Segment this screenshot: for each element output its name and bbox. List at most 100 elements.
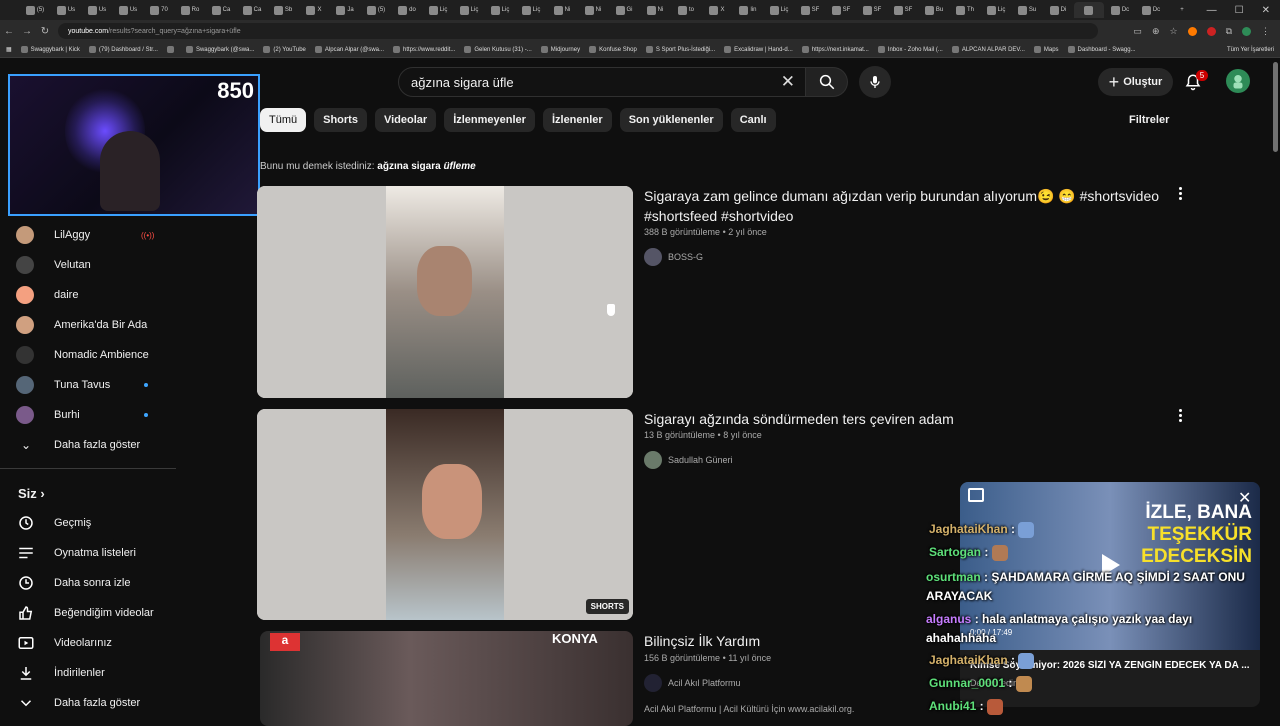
close-icon[interactable]: ✕: [1238, 488, 1251, 508]
account-avatar[interactable]: [1226, 69, 1250, 93]
did-you-mean-link[interactable]: ağzına sigara: [377, 161, 440, 172]
browser-tab[interactable]: SF: [857, 2, 887, 18]
bookmark-item[interactable]: Gelen Kutusu (31) -...: [464, 46, 532, 53]
browser-tab[interactable]: Ni: [578, 2, 608, 18]
browser-tab[interactable]: Dc: [1105, 2, 1135, 18]
browser-tab[interactable]: Us: [113, 2, 143, 18]
browser-tab[interactable]: SF: [826, 2, 856, 18]
bookmark-item[interactable]: https://www.reddit...: [393, 46, 455, 53]
extensions-puzzle-icon[interactable]: ⧉: [1226, 26, 1232, 37]
all-bookmarks-link[interactable]: Tüm Yer İşaretleri: [1227, 47, 1280, 53]
result-thumbnail[interactable]: SHORTS: [257, 409, 633, 620]
profile-avatar[interactable]: [1242, 26, 1251, 36]
url-field[interactable]: youtube.com/results?search_query=ağzına+…: [58, 23, 1098, 39]
sidebar-subscription[interactable]: Amerika'da Bir Ada: [16, 314, 147, 336]
extension-icon[interactable]: [1187, 26, 1197, 36]
browser-tab[interactable]: [1074, 2, 1104, 18]
browser-tab[interactable]: X: [299, 2, 329, 18]
bookmark-item[interactable]: Swaggybark | Kick: [20, 46, 80, 53]
browser-tab[interactable]: Liç: [764, 2, 794, 18]
sidebar-item[interactable]: Daha fazla göster: [16, 692, 140, 714]
browser-tab[interactable]: SF: [795, 2, 825, 18]
bookmark-item[interactable]: Excalidraw | Hand-d...: [724, 46, 793, 53]
cast-icon[interactable]: ▭: [1133, 26, 1142, 37]
browser-tab[interactable]: Ni: [547, 2, 577, 18]
minimize-icon[interactable]: —: [1207, 5, 1217, 16]
browser-tab[interactable]: Ro: [175, 2, 205, 18]
browser-tab[interactable]: Us: [51, 2, 81, 18]
bookmark-item[interactable]: Konfuse Shop: [589, 46, 637, 53]
browser-tab[interactable]: Th: [950, 2, 980, 18]
apps-icon[interactable]: ▦: [6, 46, 12, 53]
browser-tab[interactable]: Di: [1043, 2, 1073, 18]
bookmark-item[interactable]: [166, 46, 177, 53]
browser-tab[interactable]: (5): [20, 2, 50, 18]
sidebar-item[interactable]: Geçmiş: [16, 512, 91, 534]
result-thumbnail[interactable]: [257, 186, 633, 398]
sidebar-item[interactable]: Oynatma listeleri: [16, 542, 136, 564]
browser-tab[interactable]: Bu: [919, 2, 949, 18]
sidebar-subscription[interactable]: Tuna Tavus: [16, 374, 148, 396]
browser-tab[interactable]: Us: [82, 2, 112, 18]
browser-tab[interactable]: do: [392, 2, 422, 18]
forward-icon[interactable]: →: [18, 26, 36, 37]
close-window-icon[interactable]: ✕: [1262, 5, 1270, 16]
sidebar-subscription[interactable]: Burhi: [16, 404, 148, 426]
sidebar-item[interactable]: Daha sonra izle: [16, 572, 130, 594]
result-channel[interactable]: Acil Akıl Platformu: [644, 674, 741, 692]
more-actions-icon[interactable]: [1176, 187, 1184, 200]
sidebar-subscription[interactable]: LilAggy ((•)): [16, 224, 154, 246]
browser-tab[interactable]: Dc: [1136, 2, 1166, 18]
browser-tab[interactable]: Ja: [330, 2, 360, 18]
channel-name[interactable]: Sadullah Güneri: [668, 455, 733, 465]
filter-chip[interactable]: Shorts: [314, 108, 367, 132]
browser-tab[interactable]: Ca: [206, 2, 236, 18]
filter-chip[interactable]: Tümü: [260, 108, 307, 132]
bookmark-item[interactable]: (79) Dashboard / Str...: [88, 46, 158, 53]
filter-chip[interactable]: İzlenmeyenler: [444, 108, 535, 132]
filters-button[interactable]: Filtreler: [1129, 114, 1169, 126]
browser-tab[interactable]: to: [671, 2, 701, 18]
channel-avatar[interactable]: [644, 248, 662, 266]
browser-tab[interactable]: lin: [733, 2, 763, 18]
result-title[interactable]: Sigaraya zam gelince dumanı ağızdan veri…: [644, 186, 1164, 226]
bookmark-item[interactable]: Alpcan Alpar (@swa...: [314, 46, 384, 53]
browser-tab[interactable]: Liç: [516, 2, 546, 18]
sidebar-subscription[interactable]: Nomadic Ambience: [16, 344, 149, 366]
result-channel[interactable]: Sadullah Güneri: [644, 451, 733, 469]
bookmark-item[interactable]: (2) YouTube: [263, 46, 306, 53]
bookmark-item[interactable]: Inbox - Zoho Mail (...: [877, 46, 943, 53]
sidebar-item[interactable]: Beğendiğim videolar: [16, 602, 154, 624]
you-section-title[interactable]: Siz ›: [18, 486, 45, 501]
browser-tab[interactable]: Liç: [423, 2, 453, 18]
maximize-icon[interactable]: ☐: [1235, 5, 1244, 16]
notifications-button[interactable]: 5: [1184, 70, 1208, 92]
browser-tab[interactable]: Liç: [981, 2, 1011, 18]
browser-tab[interactable]: Liç: [454, 2, 484, 18]
menu-dots-icon[interactable]: ⋮: [1261, 26, 1270, 37]
browser-tab[interactable]: X: [702, 2, 732, 18]
show-more-subscriptions[interactable]: ⌄ Daha fazla göster: [16, 434, 140, 456]
did-you-mean-link-italic[interactable]: üfleme: [443, 161, 475, 172]
filter-chip[interactable]: Son yüklenenler: [619, 108, 723, 132]
sidebar-item[interactable]: Videolarınız: [16, 632, 112, 654]
back-icon[interactable]: ←: [0, 26, 18, 37]
filter-chip[interactable]: İzlenenler: [542, 108, 612, 132]
channel-name[interactable]: BOSS-G: [668, 252, 703, 262]
sidebar-subscription[interactable]: Velutan: [16, 254, 91, 276]
browser-tab[interactable]: (5): [361, 2, 391, 18]
expand-icon[interactable]: [968, 488, 984, 502]
new-tab-button[interactable]: +: [1167, 2, 1197, 18]
search-box[interactable]: ağzına sigara üfle ✕: [398, 67, 806, 97]
search-input[interactable]: ağzına sigara üfle: [411, 75, 514, 90]
bookmark-item[interactable]: Dashboard - Swagg...: [1067, 46, 1136, 53]
search-button[interactable]: [806, 67, 848, 97]
page-scrollbar[interactable]: [1273, 62, 1278, 152]
clear-search-icon[interactable]: ✕: [781, 72, 795, 92]
bookmark-item[interactable]: Midjourney: [540, 46, 580, 53]
voice-search-button[interactable]: [859, 66, 891, 98]
browser-tab[interactable]: Sb: [268, 2, 298, 18]
channel-avatar[interactable]: [644, 451, 662, 469]
zoom-icon[interactable]: ⊕: [1152, 26, 1160, 37]
browser-tab[interactable]: Su: [1012, 2, 1042, 18]
